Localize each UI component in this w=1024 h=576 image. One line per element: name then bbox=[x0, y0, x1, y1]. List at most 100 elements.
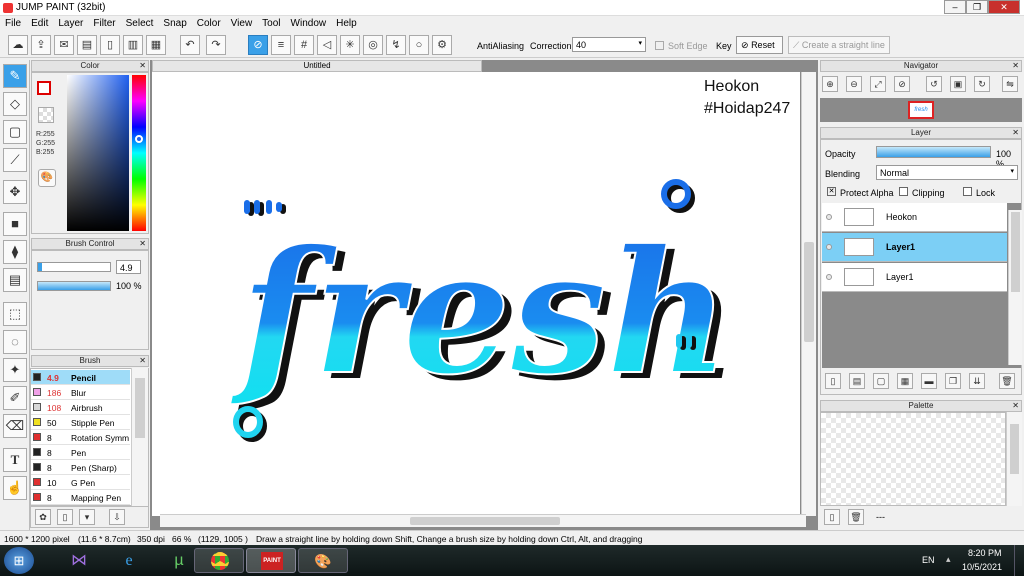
zoom-out-icon[interactable]: ⊖ bbox=[846, 76, 862, 92]
message-icon[interactable]: ▤ bbox=[77, 35, 97, 55]
transparent-swatch[interactable] bbox=[38, 107, 54, 123]
pages-icon[interactable]: ▥ bbox=[123, 35, 143, 55]
delete-layer-icon[interactable]: 🗑 bbox=[999, 373, 1015, 389]
taskbar-jump-paint[interactable]: PAINT bbox=[246, 548, 296, 573]
brush-item[interactable]: 8 Pen (Sharp) bbox=[31, 460, 130, 475]
page-icon[interactable]: ▯ bbox=[100, 35, 120, 55]
start-button[interactable]: ⊞ bbox=[4, 547, 34, 574]
taskbar-time[interactable]: 8:20 PM bbox=[968, 548, 1002, 558]
hue-slider[interactable] bbox=[132, 75, 146, 231]
drawing-canvas[interactable]: fresh fresh Heokon #Hoidap247 bbox=[152, 72, 800, 516]
rotate-left-icon[interactable]: ↺ bbox=[926, 76, 942, 92]
brush-item[interactable]: 8 Pen bbox=[31, 445, 130, 460]
brush-item[interactable]: 10 G Pen bbox=[31, 475, 130, 490]
undo-icon[interactable]: ↶ bbox=[180, 35, 200, 55]
vanish-snap-icon[interactable]: ◁ bbox=[317, 35, 337, 55]
layer-visibility-icon[interactable] bbox=[826, 244, 832, 250]
taskbar-paint-app[interactable]: 🎨 bbox=[298, 548, 348, 573]
brush-item[interactable]: 8 Rotation Symm bbox=[31, 430, 130, 445]
close-icon[interactable]: ✕ bbox=[139, 356, 146, 366]
shape-tool-icon[interactable]: ■ bbox=[3, 212, 27, 236]
delete-palette-color-icon[interactable]: 🗑 bbox=[848, 509, 864, 525]
new-brush-icon[interactable]: ▯ bbox=[57, 509, 73, 525]
brush-size-field[interactable]: 4.9 bbox=[116, 260, 141, 274]
menu-snap[interactable]: Snap bbox=[158, 16, 191, 31]
lasso-tool-icon[interactable]: ◌ bbox=[3, 330, 27, 354]
menu-window[interactable]: Window bbox=[286, 16, 332, 31]
new-1bit-layer-icon[interactable]: ▢ bbox=[873, 373, 889, 389]
new-folder-icon[interactable]: ▬ bbox=[921, 373, 937, 389]
brush-opacity-slider[interactable] bbox=[37, 281, 111, 291]
move-tool-icon[interactable]: ✥ bbox=[3, 180, 27, 204]
canvas-vertical-scrollbar[interactable] bbox=[801, 72, 816, 516]
brush-list-scrollbar[interactable] bbox=[131, 368, 148, 506]
palette-picker-icon[interactable]: 🎨 bbox=[38, 169, 56, 187]
maximize-button[interactable]: ❐ bbox=[966, 0, 988, 14]
close-icon[interactable]: ✕ bbox=[1012, 401, 1019, 411]
soft-edge-checkbox[interactable] bbox=[655, 41, 664, 50]
layer-scroll-thumb[interactable] bbox=[1011, 212, 1020, 292]
menu-help[interactable]: Help bbox=[331, 16, 362, 31]
taskbar-chrome[interactable] bbox=[194, 548, 244, 573]
fit-icon[interactable]: ⤢ bbox=[870, 76, 886, 92]
tray-arrow-icon[interactable]: ▴ bbox=[946, 554, 951, 565]
layer-row[interactable]: Heokon bbox=[822, 203, 1007, 232]
menu-layer[interactable]: Layer bbox=[53, 16, 88, 31]
redo-icon[interactable]: ↷ bbox=[206, 35, 226, 55]
menu-edit[interactable]: Edit bbox=[26, 16, 53, 31]
canvas-horizontal-scrollbar[interactable] bbox=[160, 514, 806, 527]
palette-scrollbar[interactable] bbox=[1006, 412, 1022, 506]
minimize-button[interactable]: – bbox=[944, 0, 966, 14]
select-pen-tool-icon[interactable]: ✐ bbox=[3, 386, 27, 410]
menu-filter[interactable]: Filter bbox=[88, 16, 120, 31]
grid-snap-icon[interactable]: # bbox=[294, 35, 314, 55]
foreground-color-swatch[interactable] bbox=[37, 81, 51, 95]
clipping-checkbox[interactable] bbox=[899, 187, 908, 196]
snap-settings-icon[interactable]: ⚙ bbox=[432, 35, 452, 55]
new-layer-icon[interactable]: ▯ bbox=[825, 373, 841, 389]
hand-tool-icon[interactable]: ☝ bbox=[3, 476, 27, 500]
brush-scroll-thumb[interactable] bbox=[135, 378, 145, 438]
comment-icon[interactable]: ✉ bbox=[54, 35, 74, 55]
close-icon[interactable]: ✕ bbox=[1012, 61, 1019, 71]
menu-color[interactable]: Color bbox=[192, 16, 226, 31]
brush-menu-icon[interactable]: ▾ bbox=[79, 509, 95, 525]
concentric-snap-icon[interactable]: ◎ bbox=[363, 35, 383, 55]
merge-down-icon[interactable]: ⇊ bbox=[969, 373, 985, 389]
navigator-preview[interactable]: fresh bbox=[820, 98, 1022, 122]
close-icon[interactable]: ✕ bbox=[139, 239, 146, 249]
layer-visibility-icon[interactable] bbox=[826, 274, 832, 280]
new-palette-color-icon[interactable]: ▯ bbox=[824, 509, 840, 525]
taskbar-date[interactable]: 10/5/2021 bbox=[962, 562, 1002, 572]
brush-item[interactable]: 8 Mapping Pen bbox=[31, 490, 130, 505]
magic-wand-tool-icon[interactable]: ✦ bbox=[3, 358, 27, 382]
new-8bit-layer-icon[interactable]: ▤ bbox=[849, 373, 865, 389]
duplicate-layer-icon[interactable]: ❐ bbox=[945, 373, 961, 389]
layer-list-scrollbar[interactable] bbox=[1008, 210, 1022, 365]
reset-rotation-icon[interactable]: ▣ bbox=[950, 76, 966, 92]
new-halftone-layer-icon[interactable]: ▦ bbox=[897, 373, 913, 389]
share-icon[interactable]: ⇪ bbox=[31, 35, 51, 55]
select-eraser-tool-icon[interactable]: ⌫ bbox=[3, 414, 27, 438]
brush-item[interactable]: 4.9 Pencil bbox=[31, 370, 130, 385]
language-indicator[interactable]: EN bbox=[922, 555, 935, 565]
brush-size-slider[interactable] bbox=[37, 262, 111, 272]
parallel-snap-icon[interactable]: ≡ bbox=[271, 35, 291, 55]
rotate-right-icon[interactable]: ↻ bbox=[974, 76, 990, 92]
brush-item[interactable]: 50 Stipple Pen bbox=[31, 415, 130, 430]
menu-view[interactable]: View bbox=[226, 16, 258, 31]
brush-item[interactable]: 108 Airbrush bbox=[31, 400, 130, 415]
flip-icon[interactable]: ⇋ bbox=[1002, 76, 1018, 92]
layer-row[interactable]: Layer1 bbox=[822, 233, 1007, 262]
menu-tool[interactable]: Tool bbox=[257, 16, 285, 31]
eraser-tool-icon[interactable]: ◇ bbox=[3, 92, 27, 116]
grid-page-icon[interactable]: ▦ bbox=[146, 35, 166, 55]
taskbar-visual-studio[interactable]: ⋈ bbox=[54, 548, 104, 573]
cloud-icon[interactable]: ☁ bbox=[8, 35, 28, 55]
marquee-tool-icon[interactable]: ⬚ bbox=[3, 302, 27, 326]
menu-select[interactable]: Select bbox=[121, 16, 159, 31]
snap-off-icon[interactable]: ⊘ bbox=[248, 35, 268, 55]
gradient-tool-icon[interactable]: ▤ bbox=[3, 268, 27, 292]
text-tool-icon[interactable]: T bbox=[3, 448, 27, 472]
saturation-value-picker[interactable] bbox=[67, 75, 129, 231]
